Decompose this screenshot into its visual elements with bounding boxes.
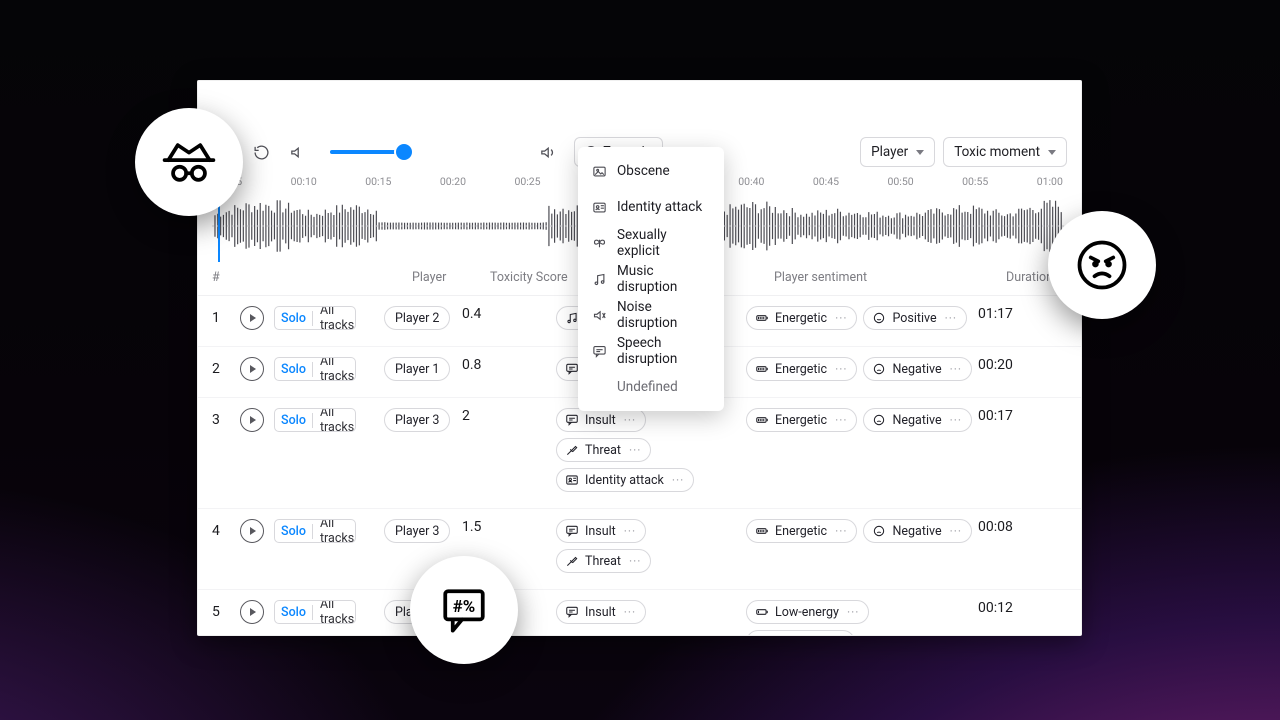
table-row: 4 SoloAll tracks Player 3 1.5Insult··· Threa…: [198, 509, 1081, 590]
menu-item[interactable]: Sexually explicit: [578, 225, 724, 261]
table-row: 3 SoloAll tracks Player 3 2Insult··· Threat·…: [198, 398, 1081, 509]
menu-item[interactable]: Identity attack: [578, 189, 724, 225]
type-chip[interactable]: Threat···: [556, 438, 651, 462]
duration: 00:20: [978, 357, 1067, 373]
menu-item[interactable]: Obscene: [578, 153, 724, 189]
toxicity-score: 0.4: [462, 306, 556, 322]
menu-item[interactable]: Undefined: [578, 369, 724, 405]
row-index: 1: [212, 306, 240, 326]
sentiment: Energetic···Negative···: [746, 408, 978, 438]
redo-icon[interactable]: [248, 139, 274, 165]
sentiment-chip[interactable]: Energetic···: [746, 306, 857, 330]
sentiment: Low-energy··· Negative···: [746, 600, 978, 636]
incognito-badge: [135, 108, 243, 216]
toxic-moment-select[interactable]: Toxic moment: [943, 137, 1067, 167]
toxicity-types: Insult··· Threat··· Identity attack···: [556, 408, 746, 498]
row-index: 4: [212, 519, 240, 539]
toxicity-types: Insult··· Threat···: [556, 519, 746, 579]
sentiment-chip[interactable]: Negative···: [746, 630, 855, 636]
menu-item[interactable]: Noise disruption: [578, 297, 724, 333]
type-chip[interactable]: Insult···: [556, 519, 646, 543]
volume-icon[interactable]: [284, 139, 310, 165]
solo-toggle[interactable]: SoloAll tracks: [274, 600, 356, 624]
profanity-badge: #%: [410, 556, 518, 664]
player-chip[interactable]: Player 3: [384, 408, 450, 432]
type-chip[interactable]: Insult···: [556, 600, 646, 624]
toxicity-score: 0.8: [462, 357, 556, 373]
toxicity-type-menu[interactable]: ObsceneIdentity attackSexually explicitM…: [578, 147, 724, 411]
duration: 00:08: [978, 519, 1067, 535]
solo-toggle[interactable]: SoloAll tracks: [274, 408, 356, 432]
player-chip[interactable]: Player 1: [384, 357, 450, 381]
toxicity-score: 1.5: [462, 519, 556, 535]
row-play-button[interactable]: [240, 357, 264, 381]
duration: 00:12: [978, 600, 1067, 616]
player-chip[interactable]: Player 3: [384, 519, 450, 543]
sentiment-chip[interactable]: Negative···: [863, 408, 972, 432]
solo-toggle[interactable]: SoloAll tracks: [274, 357, 356, 381]
sentiment-chip[interactable]: Negative···: [863, 519, 972, 543]
col-score: Toxicity Score: [490, 270, 584, 285]
svg-text:#%: #%: [453, 597, 475, 617]
sentiment: Energetic···Negative···: [746, 357, 978, 387]
volume-full-icon[interactable]: [534, 139, 560, 165]
row-play-button[interactable]: [240, 519, 264, 543]
row-play-button[interactable]: [240, 306, 264, 330]
sentiment-chip[interactable]: Energetic···: [746, 408, 857, 432]
toxicity-types: Insult···: [556, 600, 746, 630]
chevron-down-icon: [1048, 150, 1056, 155]
sentiment: Energetic···Negative···: [746, 519, 978, 549]
angry-face-badge: [1048, 211, 1156, 319]
sentiment-chip[interactable]: Positive···: [863, 306, 967, 330]
row-index: 2: [212, 357, 240, 377]
solo-toggle[interactable]: SoloAll tracks: [274, 306, 356, 330]
player-select-label: Player: [871, 144, 908, 160]
col-sentiment: Player sentiment: [774, 270, 1006, 285]
sentiment-chip[interactable]: Energetic···: [746, 357, 857, 381]
col-player: Player: [412, 270, 490, 285]
volume-slider[interactable]: [330, 150, 404, 154]
duration: 01:17: [978, 306, 1067, 322]
type-chip[interactable]: Threat···: [556, 549, 651, 573]
sentiment-chip[interactable]: Low-energy···: [746, 600, 869, 624]
col-index: #: [212, 270, 240, 285]
row-index: 5: [212, 600, 240, 620]
row-play-button[interactable]: [240, 600, 264, 624]
player-select[interactable]: Player: [860, 137, 935, 167]
player-chip[interactable]: Player 2: [384, 306, 450, 330]
sentiment: Energetic···Positive···: [746, 306, 978, 336]
sentiment-chip[interactable]: Energetic···: [746, 519, 857, 543]
row-index: 3: [212, 408, 240, 428]
row-play-button[interactable]: [240, 408, 264, 432]
duration: 00:17: [978, 408, 1067, 424]
sentiment-chip[interactable]: Negative···: [863, 357, 972, 381]
toxicity-score: 2: [462, 408, 556, 424]
toxic-moment-select-label: Toxic moment: [954, 144, 1040, 160]
type-chip[interactable]: Identity attack···: [556, 468, 694, 492]
type-chip[interactable]: Insult···: [556, 408, 646, 432]
chevron-down-icon: [916, 150, 924, 155]
menu-item[interactable]: Music disruption: [578, 261, 724, 297]
menu-item[interactable]: Speech disruption: [578, 333, 724, 369]
table-row: 5SoloAll tracksPlaInsult···Low-energy···…: [198, 590, 1081, 636]
solo-toggle[interactable]: SoloAll tracks: [274, 519, 356, 543]
